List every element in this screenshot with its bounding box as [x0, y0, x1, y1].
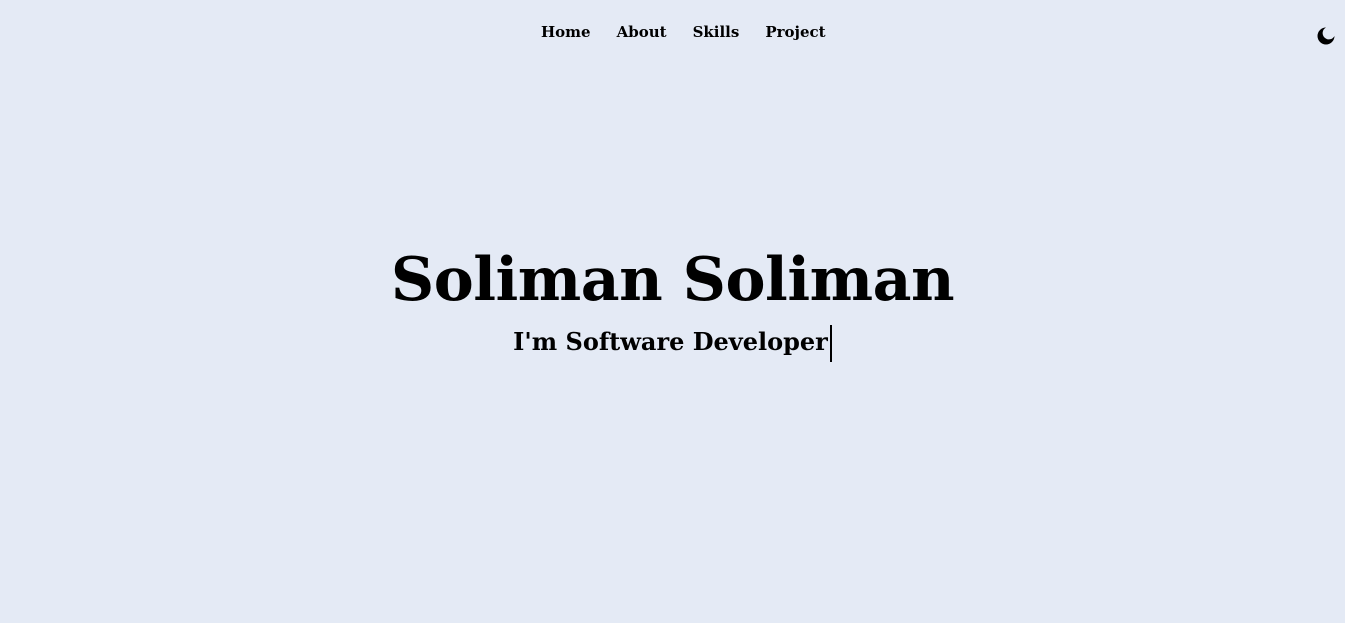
hero-role-container: I'm Software Developer — [513, 322, 832, 362]
hero-name: Soliman Soliman — [390, 245, 955, 315]
typing-cursor — [829, 325, 832, 362]
nav-link-home[interactable]: Home — [541, 21, 591, 43]
nav-link-skills[interactable]: Skills — [693, 21, 740, 43]
nav-item-skills: Skills — [693, 21, 740, 43]
hero-section: Soliman Soliman I'm Software Developer — [0, 238, 1345, 362]
nav-link-project[interactable]: Project — [765, 21, 825, 43]
top-navigation: Home About Skills Project — [0, 0, 1345, 66]
moon-icon — [1317, 27, 1335, 45]
theme-toggle-button[interactable] — [1316, 26, 1336, 46]
nav-item-home: Home — [541, 21, 591, 43]
hero-role-text: I'm Software Developer — [513, 327, 828, 356]
nav-item-project: Project — [765, 21, 825, 43]
nav-item-about: About — [617, 21, 667, 43]
nav-links: Home About Skills Project — [541, 21, 826, 43]
nav-link-about[interactable]: About — [617, 21, 667, 43]
